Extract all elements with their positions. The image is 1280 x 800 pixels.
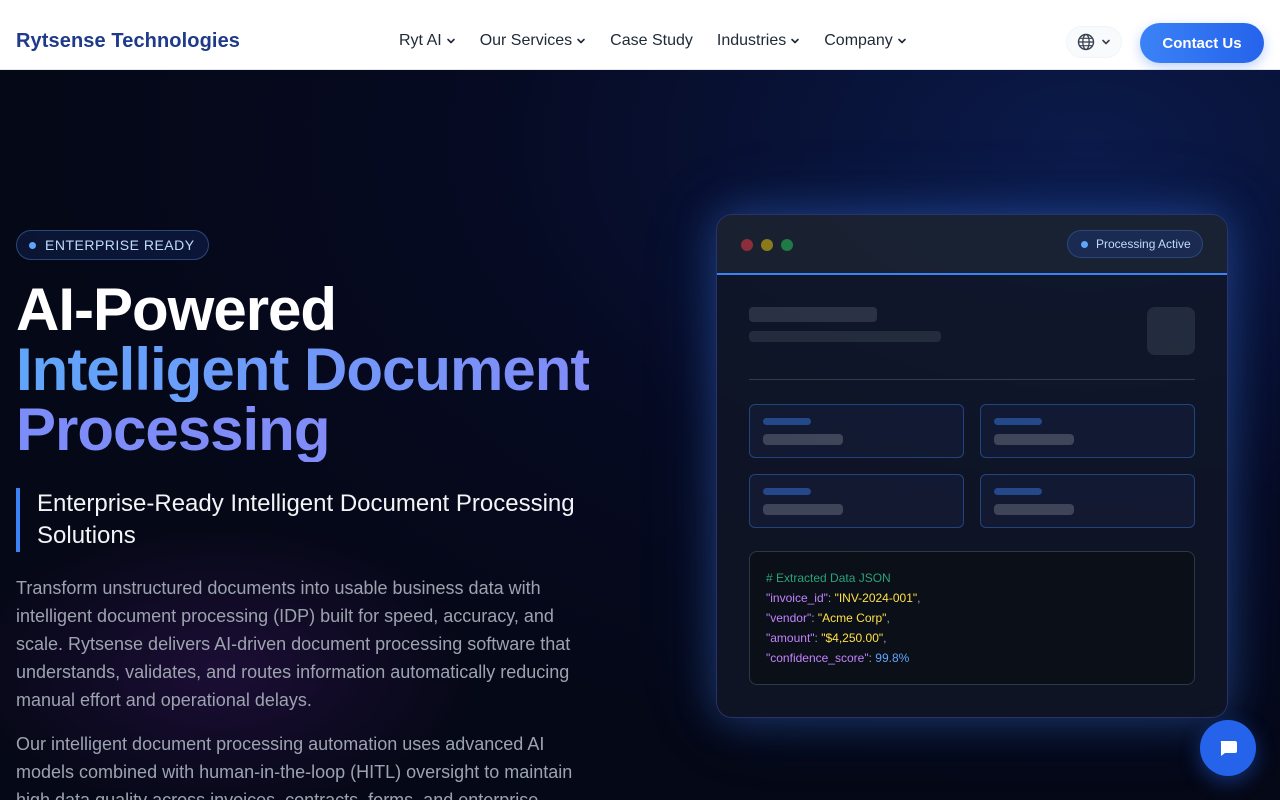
code-comment: # Extracted Data JSON: [766, 571, 891, 585]
skeleton-avatar: [1147, 307, 1195, 355]
processing-status-badge: Processing Active: [1067, 230, 1203, 258]
document-processing-mockup: Processing Active # Extracted Data JSON …: [716, 214, 1228, 718]
chevron-down-icon: [791, 38, 800, 44]
nav-item-label: Ryt AI: [399, 32, 442, 49]
globe-icon: [1077, 33, 1095, 51]
mockup-divider: [749, 379, 1195, 380]
window-minimize-dot: [761, 239, 773, 251]
brand-logo-text[interactable]: Rytsense Technologies: [16, 30, 240, 53]
hero-paragraph-1: Transform unstructured documents into us…: [16, 578, 571, 710]
window-close-dot: [741, 239, 753, 251]
language-selector[interactable]: [1066, 26, 1122, 58]
mockup-titlebar: Processing Active: [717, 215, 1227, 275]
code-line: "invoice_id": "INV-2024-001",: [766, 591, 921, 605]
skeleton-field-card: [980, 404, 1195, 458]
hero-title-line1: AI-Powered: [16, 276, 337, 343]
skeleton-subtitle: [749, 331, 941, 342]
chevron-down-icon: [446, 38, 455, 44]
skeleton-field-card: [749, 404, 964, 458]
enterprise-badge: ENTERPRISE READY: [16, 230, 209, 260]
code-line: "confidence_score": 99.8%: [766, 651, 910, 665]
hero-title-line2: Intelligent Document: [16, 336, 590, 403]
code-line: "amount": "$4,250.00",: [766, 631, 887, 645]
nav-item-case-study[interactable]: Case Study: [610, 32, 693, 50]
chevron-down-icon: [577, 38, 585, 44]
skeleton-title: [749, 307, 877, 322]
nav-item-label: Company: [824, 32, 893, 49]
window-maximize-dot: [781, 239, 793, 251]
chevron-down-icon: [897, 38, 906, 44]
hero-paragraph-2: Our intelligent document processing auto…: [16, 734, 573, 800]
nav-item-label: Our Services: [479, 32, 573, 49]
nav-item-company[interactable]: Company: [824, 32, 906, 50]
badge-dot: [29, 241, 36, 249]
skeleton-field-card: [749, 474, 964, 528]
hero-title-line3: Processing: [16, 396, 330, 463]
nav-item-our-services[interactable]: Our Services: [480, 32, 586, 50]
status-label: Processing Active: [1096, 237, 1191, 251]
hero-subtitle: Enterprise-Ready Intelligent Document Pr…: [16, 488, 596, 552]
nav-item-ryt-ai[interactable]: Ryt AI: [399, 32, 456, 50]
extracted-json-panel: # Extracted Data JSON "invoice_id": "INV…: [749, 551, 1195, 685]
site-header: Rytsense Technologies Ryt AI Our Service…: [0, 0, 1280, 70]
chat-widget-button[interactable]: [1200, 720, 1256, 776]
status-dot: [1081, 240, 1088, 248]
nav-item-label: Industries: [716, 32, 787, 49]
nav-item-industries[interactable]: Industries: [717, 32, 800, 50]
badge-label: ENTERPRISE READY: [45, 237, 195, 253]
chevron-down-icon: [1102, 39, 1110, 45]
contact-us-button[interactable]: Contact Us: [1140, 23, 1264, 63]
main-nav: Ryt AI Our Services Case Study Industrie…: [399, 32, 907, 50]
skeleton-field-card: [980, 474, 1195, 528]
nav-item-label: Case Study: [610, 32, 693, 49]
chat-bubble-icon: [1220, 741, 1237, 756]
code-line: "vendor": "Acme Corp",: [766, 611, 890, 625]
